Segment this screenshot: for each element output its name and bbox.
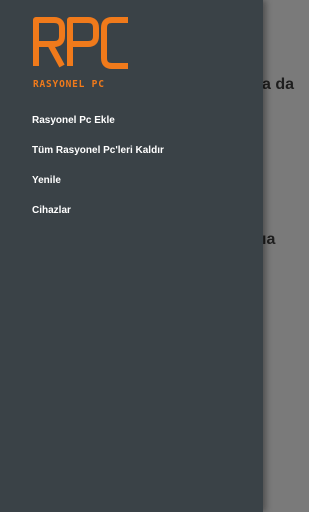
rpc-logo: RASYONEL PC [32, 14, 132, 94]
rpc-logo-subtitle: RASYONEL PC [33, 79, 105, 90]
menu-item-refresh[interactable]: Yenile [0, 166, 263, 196]
menu-item-remove-all-pcs[interactable]: Tüm Rasyonel Pc'leri Kaldır [0, 136, 263, 166]
background-text-1: a da [262, 76, 295, 93]
drawer-menu: Rasyonel Pc Ekle Tüm Rasyonel Pc'leri Ka… [0, 106, 263, 226]
menu-item-devices[interactable]: Cihazlar [0, 196, 263, 226]
navigation-drawer: RASYONEL PC Rasyonel Pc Ekle Tüm Rasyone… [0, 0, 263, 512]
menu-item-add-pc[interactable]: Rasyonel Pc Ekle [0, 106, 263, 136]
background-text-2: ıa [262, 231, 276, 248]
app-screen: a da ıa RASYONEL PC Rasyonel Pc Ekle Tüm… [0, 0, 309, 512]
